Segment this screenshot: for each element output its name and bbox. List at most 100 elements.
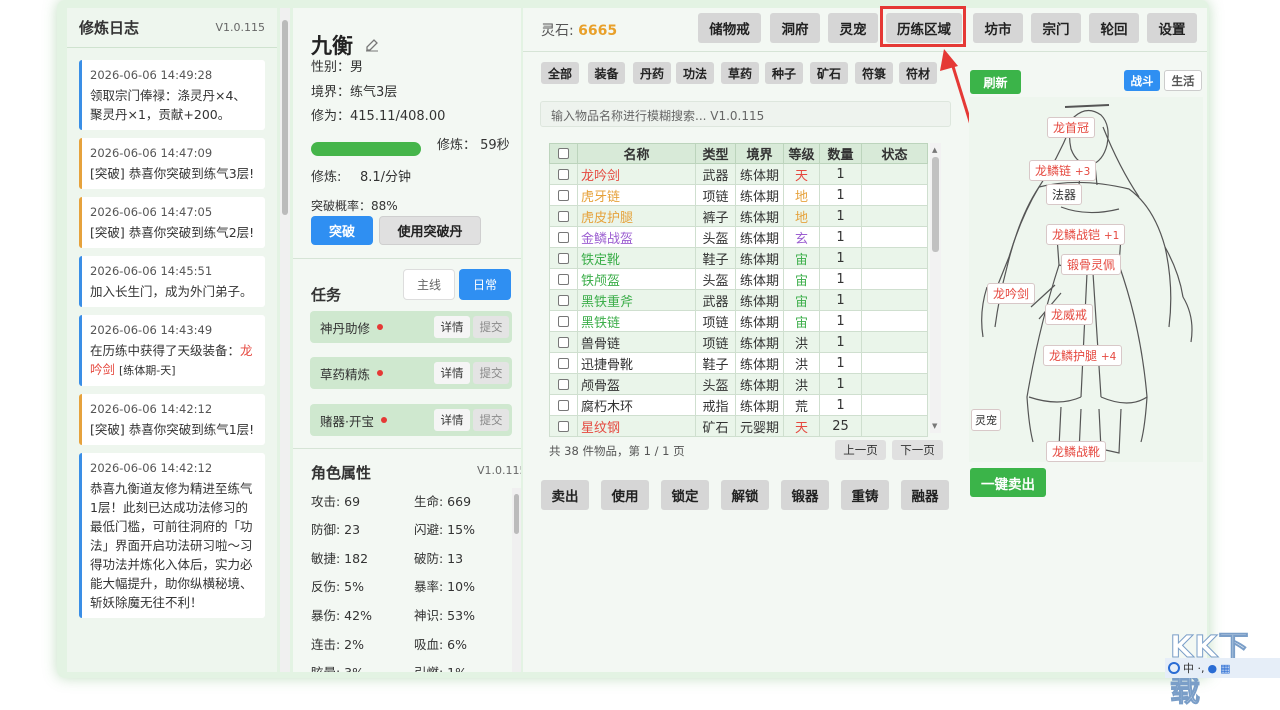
next-page-button[interactable]: 下一页 [892,440,943,460]
slot-leggings[interactable]: 龙鳞护腿 +4 [1043,345,1123,366]
row-checkbox[interactable] [558,336,569,348]
item-search-input[interactable]: 输入物品名称进行模糊搜索... V1.0.115 [540,101,951,127]
sell-button[interactable]: 卖出 [541,480,589,510]
toggle-battle[interactable]: 战斗 [1124,70,1160,91]
table-row[interactable]: 兽骨链 项链 练体期洪 1 [549,331,928,353]
cell-type: 头盔 [695,268,736,290]
sell-all-button[interactable]: 一键卖出 [970,468,1046,497]
nav-cave[interactable]: 洞府 [770,13,820,43]
category-seeds[interactable]: 种子 [765,62,803,84]
task-detail-button[interactable]: 详情 [434,316,470,338]
nav-market[interactable]: 坊市 [973,13,1023,43]
row-checkbox[interactable] [558,399,569,411]
prev-page-button[interactable]: 上一页 [835,440,886,460]
cultivate-rate: 8.1/分钟 [360,170,412,185]
cell-grade: 洪 [783,352,820,374]
tab-daily-quest[interactable]: 日常 [459,269,511,300]
alert-dot-icon [380,417,387,423]
row-checkbox[interactable] [558,273,569,285]
reforge-button[interactable]: 重铸 [841,480,889,510]
inventory-scroll-thumb[interactable] [932,157,939,252]
category-pills[interactable]: 丹药 [633,62,671,84]
table-row[interactable]: 铁颅盔 头盔 练体期宙 1 [549,268,928,290]
category-all[interactable]: 全部 [541,62,579,84]
nav-reincarnation[interactable]: 轮回 [1089,13,1139,43]
cell-name: 龙吟剑 [577,163,696,185]
slot-boots[interactable]: 龙鳞战靴 [1046,441,1107,462]
row-checkbox[interactable] [558,315,569,327]
table-row[interactable]: 虎牙链 项链 练体期地 1 [549,184,928,206]
nav-settings[interactable]: 设置 [1147,13,1197,43]
row-checkbox[interactable] [558,294,569,306]
category-ores[interactable]: 矿石 [810,62,848,84]
nav-storage-ring[interactable]: 储物戒 [698,13,761,43]
category-skills[interactable]: 功法 [676,62,714,84]
scroll-down-icon[interactable]: ▼ [932,422,937,430]
slot-pendant[interactable]: 锻骨灵佩 [1061,254,1122,275]
edit-icon[interactable] [365,38,379,52]
breakthrough-button[interactable]: 突破 [311,216,373,245]
use-breakthrough-pill-button[interactable]: 使用突破丹 [379,216,481,245]
table-row[interactable]: 铁定靴 鞋子 练体期宙 1 [549,247,928,269]
table-row[interactable]: 黑铁重斧 武器 练体期宙 1 [549,289,928,311]
slot-ring[interactable]: 龙威戒 [1045,304,1094,325]
inventory-scrollbar[interactable]: ▲ ▼ [930,143,941,433]
table-row[interactable]: 颅骨盔 头盔 练体期洪 1 [549,373,928,395]
table-row[interactable]: 虎皮护腿 裤子 练体期地 1 [549,205,928,227]
slot-pet[interactable]: 灵宠 [971,409,1001,431]
table-row[interactable]: 腐朽木环 戒指 练体期荒 1 [549,394,928,416]
category-equipment[interactable]: 装备 [588,62,625,84]
row-checkbox[interactable] [558,420,569,432]
task-detail-button[interactable]: 详情 [434,409,470,431]
use-button[interactable]: 使用 [601,480,649,510]
category-talismans[interactable]: 符箓 [855,62,893,84]
row-checkbox[interactable] [558,168,569,180]
cell-grade: 荒 [783,394,820,416]
row-checkbox[interactable] [558,189,569,201]
checkbox-cell [549,352,578,374]
cell-qty: 1 [819,394,862,416]
cell-grade: 地 [783,184,820,206]
toggle-life[interactable]: 生活 [1164,70,1202,91]
table-row[interactable]: 星纹钢 矿石 元婴期天 25 [549,415,928,437]
row-checkbox[interactable] [558,252,569,264]
task-submit-button[interactable]: 提交 [473,362,509,384]
category-talisman-materials[interactable]: 符材 [899,62,937,84]
tab-main-quest[interactable]: 主线 [403,269,455,300]
alert-dot-icon [377,324,384,330]
nav-pet[interactable]: 灵宠 [828,13,878,43]
attributes-scrollbar[interactable] [512,488,521,672]
table-row[interactable]: 迅捷骨靴 鞋子 练体期洪 1 [549,352,928,374]
row-checkbox[interactable] [558,378,569,390]
category-herbs[interactable]: 草药 [721,62,759,84]
slot-artifact[interactable]: 法器 [1046,184,1083,205]
slot-label: 法器 [1052,188,1077,202]
checkbox-cell [549,373,578,395]
refresh-button[interactable]: 刷新 [970,70,1021,94]
nav-sect[interactable]: 宗门 [1031,13,1081,43]
slot-armor[interactable]: 龙鳞战铠 +1 [1046,224,1126,245]
slot-necklace[interactable]: 龙鳞链 +3 [1029,160,1097,181]
lock-button[interactable]: 锁定 [661,480,709,510]
table-row[interactable]: 龙吟剑 武器 练体期天 1 [549,163,928,185]
row-checkbox[interactable] [558,357,569,369]
select-all-cell[interactable] [549,143,578,164]
row-checkbox[interactable] [558,231,569,243]
task-submit-button[interactable]: 提交 [473,316,509,338]
cell-qty: 1 [819,226,862,248]
log-scroll-thumb[interactable] [282,20,288,215]
unlock-button[interactable]: 解锁 [721,480,769,510]
task-submit-button[interactable]: 提交 [473,409,509,431]
row-checkbox[interactable] [558,210,569,222]
task-detail-button[interactable]: 详情 [434,362,470,384]
scroll-up-icon[interactable]: ▲ [932,146,937,154]
forge-button[interactable]: 锻器 [781,480,829,510]
slot-helmet[interactable]: 龙首冠 [1047,117,1096,138]
fuse-button[interactable]: 融器 [901,480,949,510]
slot-weapon[interactable]: 龙吟剑 [987,283,1036,304]
table-row[interactable]: 金鳞战盔 头盔 练体期玄 1 [549,226,928,248]
log-scrollbar[interactable] [280,8,290,672]
attributes-scroll-thumb[interactable] [514,494,519,534]
select-all-checkbox[interactable] [558,148,569,159]
table-row[interactable]: 黑铁链 项链 练体期宙 1 [549,310,928,332]
